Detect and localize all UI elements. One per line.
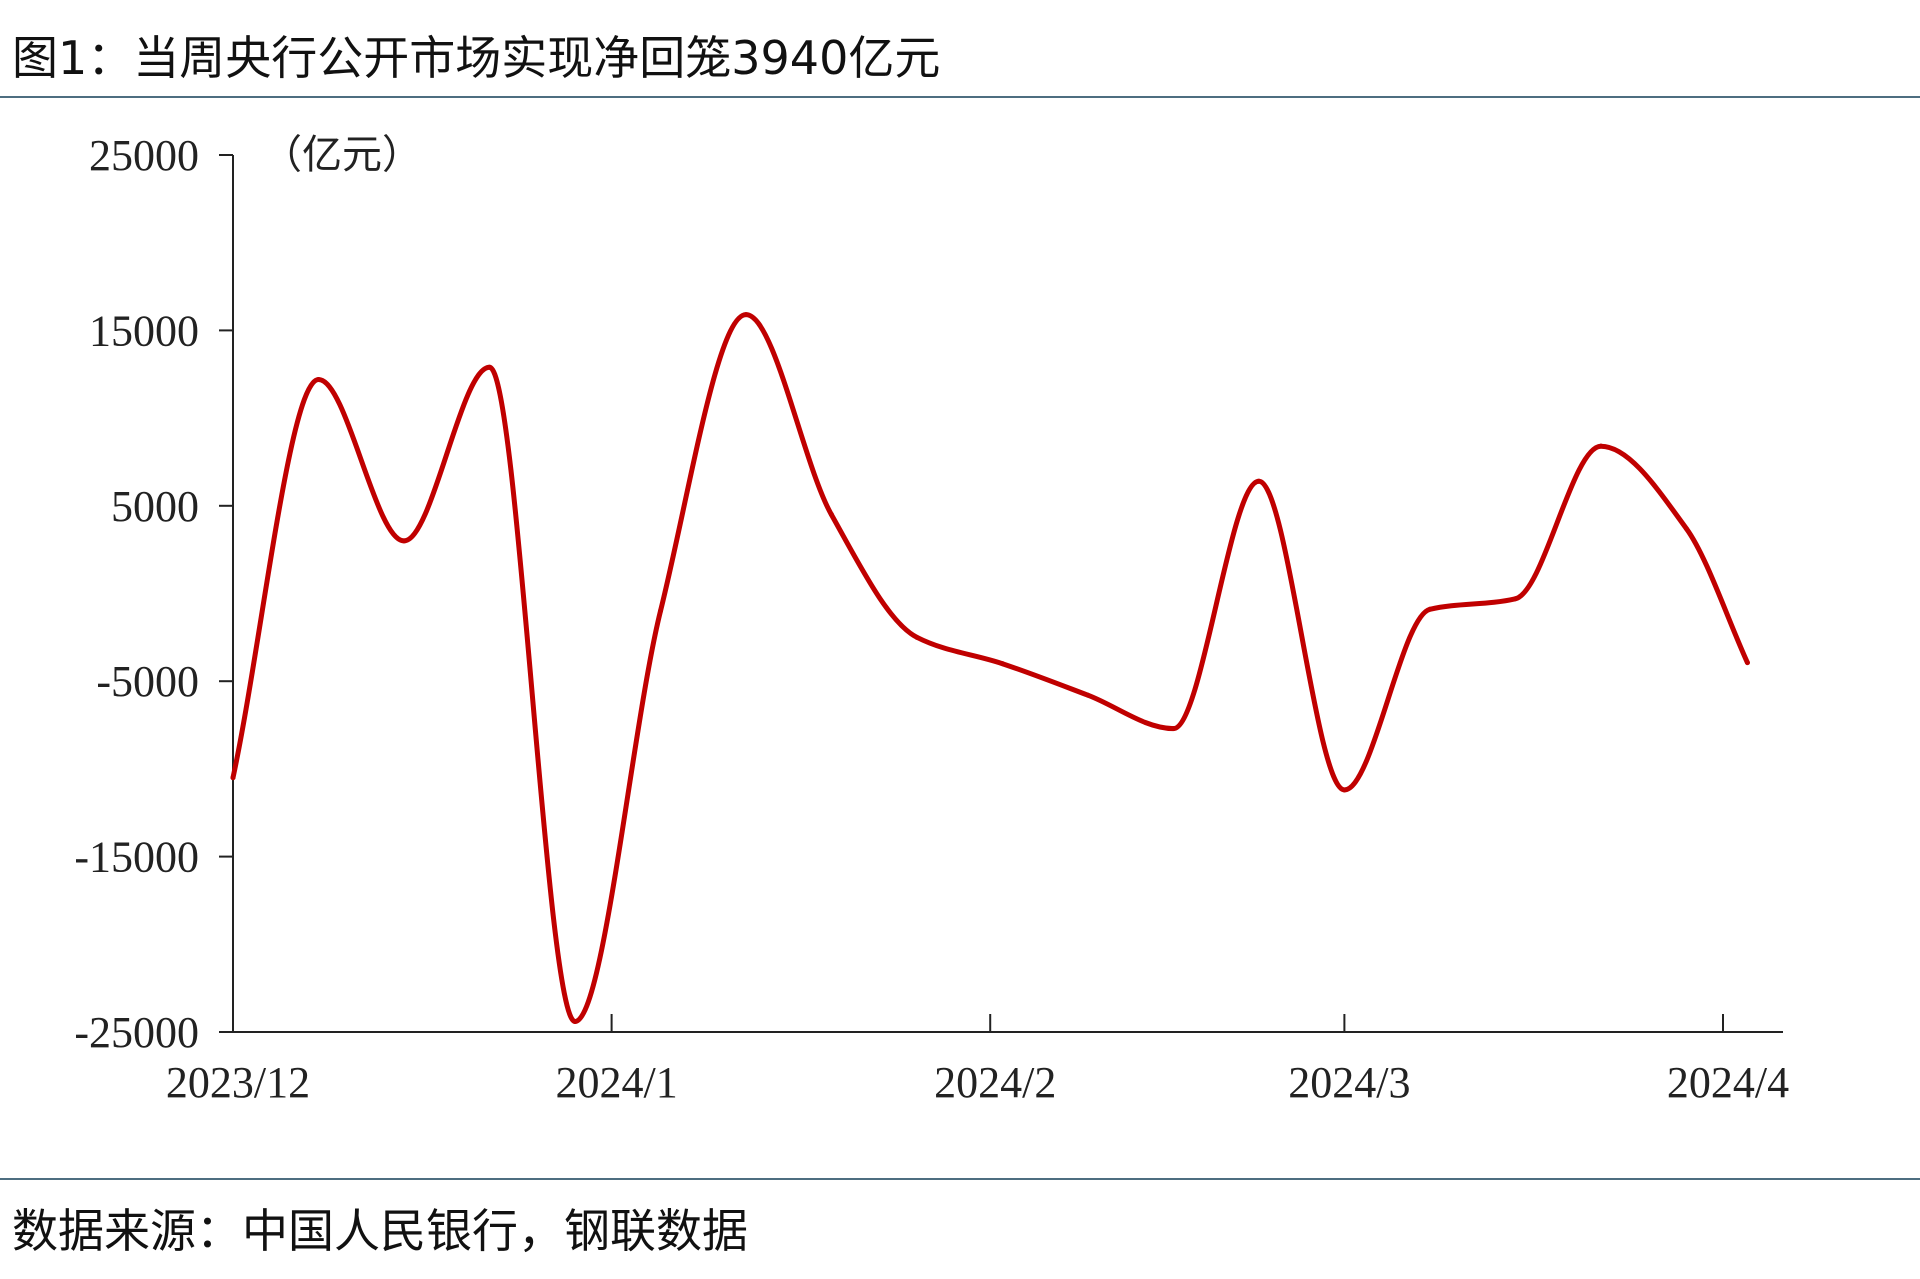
line-chart: 25000150005000-5000-15000-25000 2023/12 2… [74,131,1789,1107]
y-tick-label: -25000 [74,1008,199,1057]
y-tick-label: 25000 [89,131,199,180]
x-tick-label: 2024/2 [934,1058,1056,1107]
data-point [657,608,663,614]
data-point [1341,787,1347,793]
data-point [828,512,834,518]
data-point [743,312,749,318]
data-point [315,377,321,383]
x-tick-label: 2024/3 [1288,1058,1410,1107]
data-point [1744,660,1750,666]
x-axis: 2023/12 2024/1 2024/2 2024/3 2024/4 [166,1014,1789,1107]
y-tick-label: 15000 [89,306,199,355]
data-point [1683,526,1689,532]
data-point [486,364,492,370]
data-point [1085,692,1091,698]
source-divider [0,1178,1920,1180]
y-tick-label: -5000 [96,657,199,706]
source-note: 数据来源：中国人民银行，钢联数据 [12,1204,748,1258]
series-line [230,312,1750,1024]
series-group [230,312,1750,1024]
y-tick-label: 5000 [111,482,199,531]
x-tick-label: 2023/12 [166,1058,310,1107]
data-point [1427,606,1433,612]
y-axis: 25000 15000 5000 -5000 -15000 -25000 [74,131,234,1057]
x-tick-label: 2024/1 [555,1058,677,1107]
y-tick-label: -15000 [74,833,199,882]
x-tick-label: 2024/4 [1667,1058,1789,1107]
data-point [230,775,236,781]
data-point [1256,478,1262,484]
y-axis-unit-label: （亿元） [262,132,422,178]
data-point [401,538,407,544]
data-point [1170,726,1176,732]
data-point [572,1018,578,1024]
data-point [999,661,1005,667]
data-point [1598,443,1604,449]
data-point [1512,596,1518,602]
data-point [914,634,920,640]
